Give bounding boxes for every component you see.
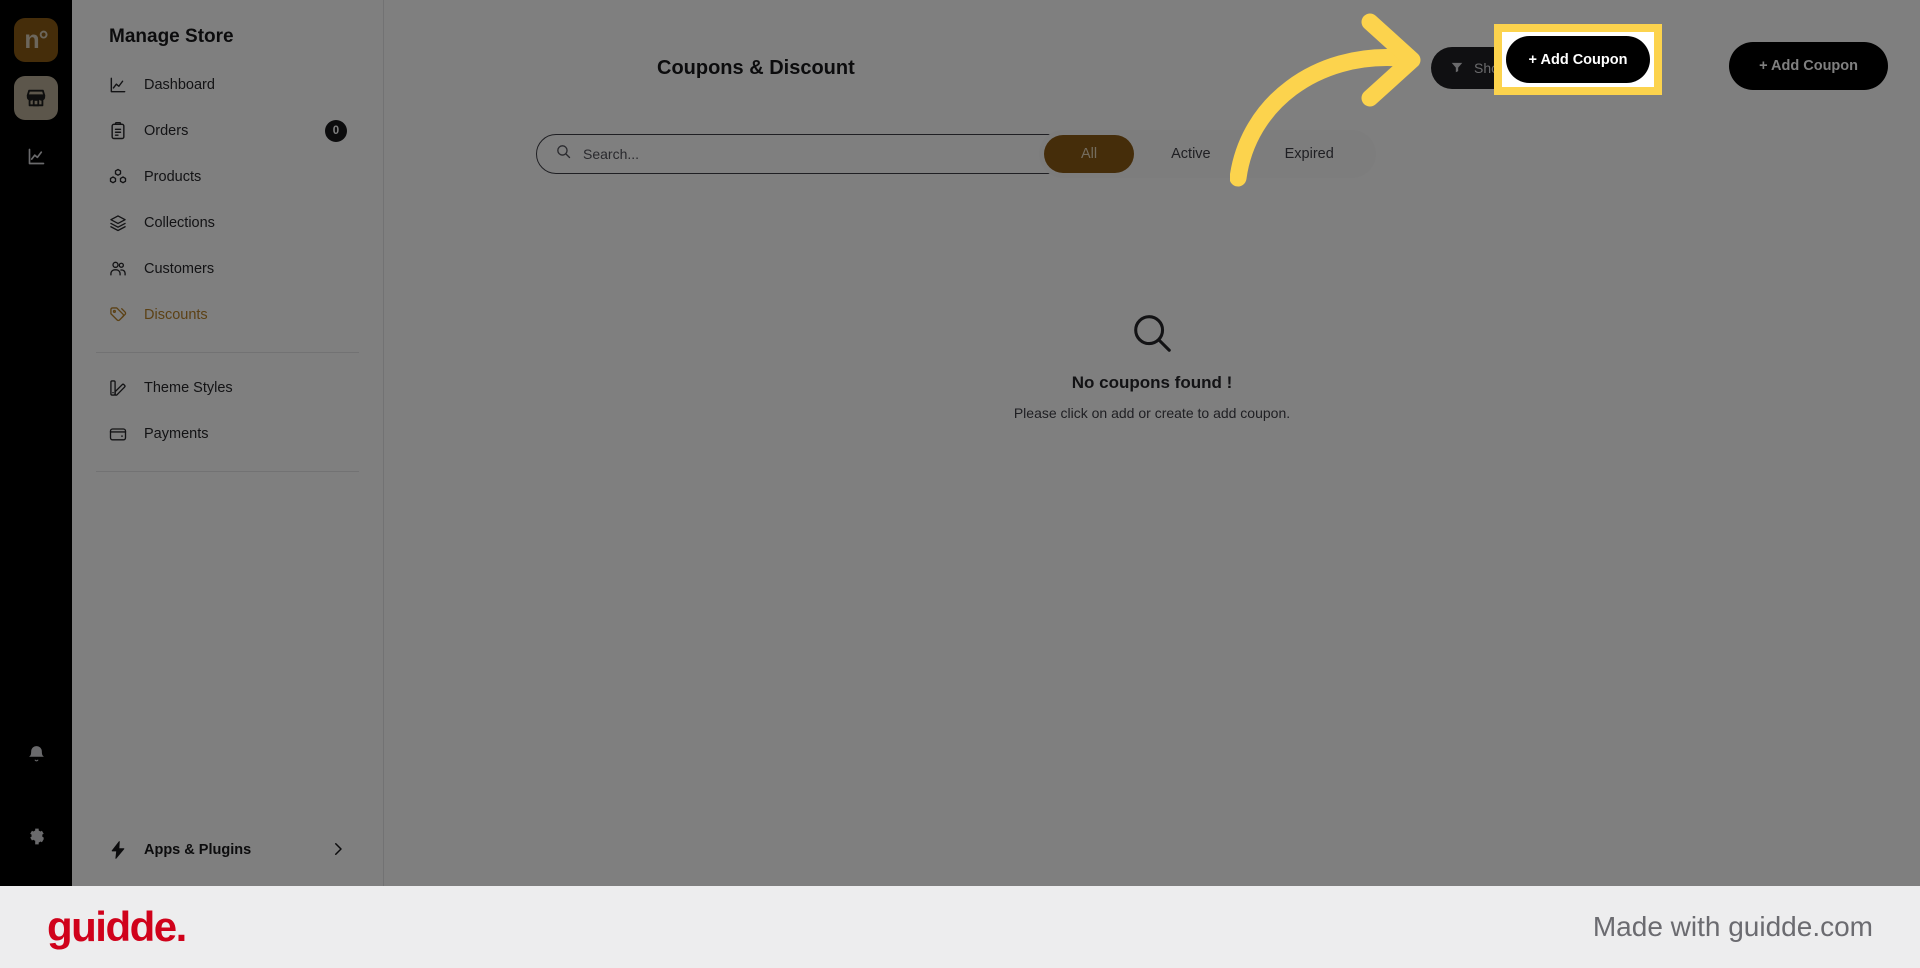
empty-state-subtitle: Please click on add or create to add cou… [1013, 405, 1291, 421]
sidebar-item-products[interactable]: Products [96, 154, 359, 200]
filter-icon [1450, 60, 1464, 77]
add-coupon-button[interactable]: + Add Coupon [1729, 42, 1888, 90]
sidebar-item-customers[interactable]: Customers [96, 246, 359, 292]
store-icon[interactable] [14, 76, 58, 120]
bell-icon[interactable] [14, 732, 58, 776]
bolt-icon [108, 840, 128, 860]
layers-icon [108, 213, 128, 233]
app-logo-icon[interactable]: n° [14, 18, 58, 62]
tag-icon [108, 305, 128, 325]
sidebar-divider-bottom [96, 471, 359, 472]
gear-icon[interactable] [14, 814, 58, 858]
sidebar-divider [96, 352, 359, 353]
guidde-footer: guidde. Made with guidde.com [0, 886, 1920, 968]
sidebar-item-collections[interactable]: Collections [96, 200, 359, 246]
page-title: Coupons & Discount [657, 57, 855, 79]
search-placeholder: Search... [583, 146, 640, 162]
tab-all[interactable]: All [1044, 135, 1135, 173]
empty-state-title: No coupons found ! [1071, 373, 1233, 392]
sidebar-item-apps-plugins[interactable]: Apps & Plugins [96, 828, 359, 872]
sidebar-item-label: Customers [144, 261, 215, 277]
empty-state: No coupons found ! Please click on add o… [384, 310, 1920, 421]
boxes-icon [108, 167, 128, 187]
sidebar-item-discounts[interactable]: Discounts [96, 292, 359, 338]
analytics-icon[interactable] [14, 134, 58, 178]
sidebar-item-label: Payments [144, 426, 209, 442]
sidebar-item-label: Theme Styles [144, 380, 233, 396]
logo-glyph: n° [24, 25, 48, 54]
chevron-right-icon [329, 840, 347, 860]
sidebar-item-label: Discounts [144, 307, 208, 323]
made-with-label: Made with guidde.com [1592, 911, 1873, 942]
users-icon [108, 259, 128, 279]
sidebar-item-label: Products [144, 169, 202, 185]
toolbar-row: Search... All Active Expired [384, 108, 1920, 184]
sidebar: Manage Store Dashboard Orders 0 Products… [72, 0, 384, 886]
page-title-manage-store: Manage Store [109, 26, 234, 47]
tab-active[interactable]: Active [1134, 135, 1248, 173]
orders-badge: 0 [325, 120, 347, 142]
wallet-icon [108, 424, 128, 444]
icon-rail: n° [0, 0, 72, 886]
palette-icon [108, 378, 128, 398]
highlight-frame: + Add Coupon [1494, 24, 1662, 95]
tab-expired[interactable]: Expired [1248, 135, 1371, 173]
search-icon [555, 143, 572, 165]
sidebar-item-theme-styles[interactable]: Theme Styles [96, 365, 359, 411]
content-header: Coupons & Discount Show all discounts + … [384, 0, 1920, 108]
sidebar-item-label: Orders [144, 123, 189, 139]
sidebar-item-orders[interactable]: Orders 0 [96, 108, 359, 154]
magnifier-icon [1129, 310, 1175, 361]
sidebar-item-dashboard[interactable]: Dashboard [96, 62, 359, 108]
sidebar-item-label: Dashboard [144, 77, 215, 93]
add-coupon-button-highlighted[interactable]: + Add Coupon [1506, 36, 1650, 83]
sidebar-item-label: Apps & Plugins [144, 842, 252, 858]
sidebar-item-payments[interactable]: Payments [96, 411, 359, 457]
search-input[interactable]: Search... [536, 134, 1126, 174]
main-content: Coupons & Discount Show all discounts + … [384, 0, 1920, 886]
app-window: n° Manage Store Dashboard Orders 0 Produ… [0, 0, 1920, 886]
sidebar-item-label: Collections [144, 215, 215, 231]
status-tabs: All Active Expired [1039, 130, 1376, 178]
chart-line-icon [108, 75, 128, 95]
clipboard-icon [108, 121, 128, 141]
guidde-logo: guidde. [47, 903, 187, 950]
